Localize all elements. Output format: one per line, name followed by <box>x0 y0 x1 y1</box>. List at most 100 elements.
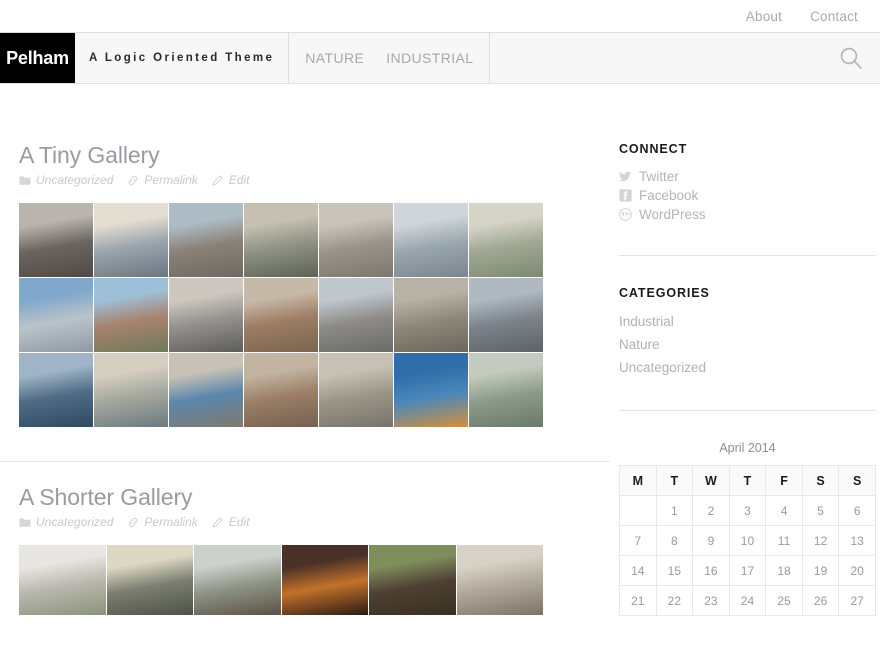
gallery-image[interactable] <box>394 203 468 277</box>
calendar-body: 1 2 3 4 5 6 7 8 9 10 11 12 13 14 15 16 17 18 19 20 21 22 23 24 2… <box>619 495 876 616</box>
calendar-day-10[interactable]: 10 <box>728 525 767 556</box>
gallery-image[interactable] <box>456 545 543 615</box>
calendar-day-26[interactable]: 26 <box>801 585 840 616</box>
gallery-grid <box>19 203 600 427</box>
gallery-image[interactable] <box>281 545 368 615</box>
post-title[interactable]: A Tiny Gallery <box>19 142 600 169</box>
widget-categories: CATEGORIES Industrial Nature Uncategoriz… <box>619 286 876 377</box>
post-a-shorter-gallery: A Shorter Gallery Uncategorized Permalin… <box>19 484 600 619</box>
calendar-day-9[interactable]: 9 <box>692 525 730 556</box>
calendar-day-11[interactable]: 11 <box>765 525 803 556</box>
post-permalink[interactable]: Permalink <box>127 515 198 529</box>
gallery-image[interactable] <box>194 545 281 615</box>
calendar-day-24[interactable]: 24 <box>728 585 767 616</box>
gallery-image[interactable] <box>169 278 243 352</box>
gallery-image[interactable] <box>469 203 543 277</box>
calendar-dayname-2: W <box>692 465 730 496</box>
search-button[interactable] <box>822 33 880 83</box>
gallery-image[interactable] <box>319 278 393 352</box>
post-permalink-label: Permalink <box>144 173 198 187</box>
post-permalink-label: Permalink <box>144 515 198 529</box>
gallery-image[interactable] <box>106 545 193 615</box>
calendar-day-1[interactable]: 1 <box>655 495 694 526</box>
calendar-day-17[interactable]: 17 <box>728 555 767 586</box>
facebook-icon <box>619 189 632 202</box>
gallery-image[interactable] <box>19 545 106 615</box>
gallery-image[interactable] <box>169 203 243 277</box>
calendar-day-19[interactable]: 19 <box>801 555 840 586</box>
calendar-day-18[interactable]: 18 <box>765 555 803 586</box>
widget-title-categories: CATEGORIES <box>619 286 710 300</box>
post-category[interactable]: Uncategorized <box>19 515 113 529</box>
gallery-image[interactable] <box>319 203 393 277</box>
site-header: Pelham A Logic Oriented Theme NATURE IND… <box>0 32 880 84</box>
topnav-item-about[interactable]: About <box>746 9 782 24</box>
site-logo[interactable]: Pelham <box>0 33 75 83</box>
calendar-caption: April 2014 <box>719 441 776 455</box>
folder-icon <box>19 176 31 185</box>
social-item-wordpress[interactable]: WordPress <box>619 207 876 222</box>
calendar-day-27[interactable]: 27 <box>838 585 876 616</box>
gallery-image[interactable] <box>469 353 543 427</box>
calendar-day-2[interactable]: 2 <box>692 495 730 526</box>
social-item-facebook[interactable]: Facebook <box>619 188 876 203</box>
category-item-uncategorized[interactable]: Uncategorized <box>619 359 876 377</box>
gallery-image[interactable] <box>94 353 168 427</box>
calendar-day-6[interactable]: 6 <box>838 495 876 526</box>
category-item-nature[interactable]: Nature <box>619 336 876 354</box>
nav-item-nature[interactable]: NATURE <box>305 50 364 66</box>
gallery-image[interactable] <box>394 278 468 352</box>
post-divider <box>0 461 610 462</box>
link-icon <box>129 175 138 185</box>
gallery-image[interactable] <box>319 353 393 427</box>
post-edit[interactable]: Edit <box>212 173 249 187</box>
calendar-day-20[interactable]: 20 <box>838 555 876 586</box>
gallery-image[interactable] <box>19 278 93 352</box>
gallery-image[interactable] <box>244 353 318 427</box>
gallery-image[interactable] <box>94 203 168 277</box>
gallery-image[interactable] <box>244 278 318 352</box>
category-link-uncategorized[interactable]: Uncategorized <box>619 360 706 375</box>
widget-connect: CONNECT Twitter Facebook WordPress <box>619 142 876 222</box>
category-link-nature[interactable]: Nature <box>619 337 660 352</box>
calendar-day-5[interactable]: 5 <box>801 495 840 526</box>
gallery-image[interactable] <box>19 353 93 427</box>
social-label-facebook[interactable]: Facebook <box>639 188 698 203</box>
gallery-image[interactable] <box>169 353 243 427</box>
calendar-day-15[interactable]: 15 <box>655 555 694 586</box>
calendar-header-row: MTWTFSS <box>619 465 876 496</box>
topnav-item-contact[interactable]: Contact <box>810 9 858 24</box>
gallery-image[interactable] <box>369 545 456 615</box>
calendar-day-21[interactable]: 21 <box>619 585 657 616</box>
nav-item-industrial[interactable]: INDUSTRIAL <box>386 50 473 66</box>
category-item-industrial[interactable]: Industrial <box>619 313 876 331</box>
post-a-tiny-gallery: A Tiny Gallery Uncategorized Permalink E… <box>19 142 600 431</box>
calendar-day-22[interactable]: 22 <box>655 585 694 616</box>
calendar-day-7[interactable]: 7 <box>619 525 657 556</box>
folder-icon <box>19 518 31 527</box>
calendar-day-14[interactable]: 14 <box>619 555 657 586</box>
social-item-twitter[interactable]: Twitter <box>619 169 876 184</box>
gallery-image[interactable] <box>394 353 468 427</box>
calendar-day-16[interactable]: 16 <box>692 555 730 586</box>
post-title[interactable]: A Shorter Gallery <box>19 484 600 511</box>
gallery-image[interactable] <box>469 278 543 352</box>
gallery-image[interactable] <box>94 278 168 352</box>
social-label-twitter[interactable]: Twitter <box>639 169 679 184</box>
calendar-day-3[interactable]: 3 <box>728 495 767 526</box>
calendar-day-23[interactable]: 23 <box>692 585 730 616</box>
calendar-day-13[interactable]: 13 <box>838 525 876 556</box>
calendar-day-12[interactable]: 12 <box>801 525 840 556</box>
post-category[interactable]: Uncategorized <box>19 173 113 187</box>
calendar-day-25[interactable]: 25 <box>765 585 803 616</box>
gallery-grid <box>19 545 600 615</box>
gallery-image[interactable] <box>19 203 93 277</box>
post-permalink[interactable]: Permalink <box>127 173 198 187</box>
category-link-industrial[interactable]: Industrial <box>619 314 674 329</box>
calendar-day-8[interactable]: 8 <box>655 525 694 556</box>
post-category-label: Uncategorized <box>36 515 114 529</box>
social-label-wordpress[interactable]: WordPress <box>639 207 706 222</box>
post-edit[interactable]: Edit <box>212 515 249 529</box>
gallery-image[interactable] <box>244 203 318 277</box>
calendar-day-4[interactable]: 4 <box>765 495 803 526</box>
